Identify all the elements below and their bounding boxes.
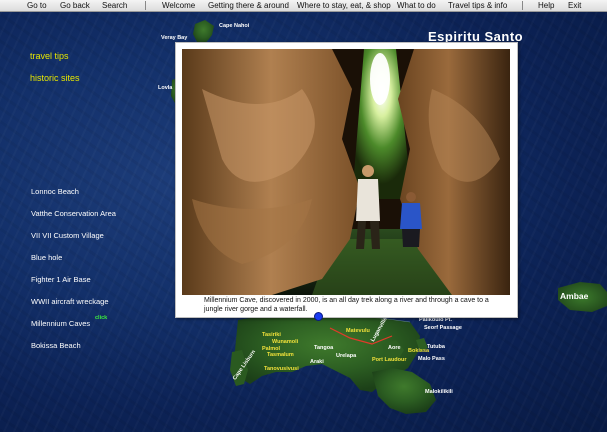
- place-wwii-wreckage[interactable]: WWII aircraft wreckage: [31, 297, 109, 306]
- photo-popup[interactable]: Millennium Cave, discovered in 2000, is …: [175, 42, 518, 318]
- place-vii-vii-village[interactable]: VII VII Custom Village: [31, 231, 104, 240]
- menu-help[interactable]: Help: [538, 1, 554, 11]
- menu-separator: [145, 1, 146, 10]
- menu-where-to-stay[interactable]: Where to stay, eat, & shop: [297, 1, 391, 11]
- label-matevulu: Matevulu: [346, 328, 370, 334]
- link-historic-sites[interactable]: historic sites: [30, 73, 80, 83]
- cave-illustration: [182, 49, 510, 295]
- label-ambae: Ambae: [560, 291, 589, 301]
- label-bokissa: Bokissa: [408, 348, 430, 354]
- click-hint: click: [95, 315, 108, 321]
- label-araki: Araki: [310, 359, 324, 365]
- location-marker-icon[interactable]: [314, 312, 323, 321]
- menu-search[interactable]: Search: [102, 1, 127, 11]
- label-aore: Aore: [388, 345, 401, 351]
- menu-go-back[interactable]: Go back: [60, 1, 90, 11]
- menu-travel-tips-info[interactable]: Travel tips & info: [448, 1, 507, 11]
- label-malo-pass: Malo Pass: [418, 356, 445, 362]
- label-veray-bay: Veray Bay: [161, 35, 188, 41]
- label-port-laudour: Port Laudour: [372, 357, 407, 363]
- label-wunamoli: Wunamoli: [272, 339, 299, 345]
- place-lonnoc-beach[interactable]: Lonnoc Beach: [31, 187, 79, 196]
- label-urelapa: Urelapa: [336, 353, 357, 359]
- link-travel-tips[interactable]: travel tips: [30, 51, 69, 61]
- label-lovla: Lovla: [158, 85, 173, 91]
- place-fighter-1-air-base[interactable]: Fighter 1 Air Base: [31, 275, 91, 284]
- island-north-tip: [193, 20, 214, 44]
- place-vatthe-conservation[interactable]: Vatthe Conservation Area: [31, 209, 116, 218]
- label-malokilikili: Malokilikili: [425, 389, 453, 395]
- menu-go-to[interactable]: Go to: [27, 1, 47, 11]
- menu-getting-there[interactable]: Getting there & around: [208, 1, 289, 11]
- label-tanovusivusi: Tanovusivusi: [264, 366, 299, 372]
- photo-caption: Millennium Cave, discovered in 2000, is …: [204, 297, 489, 313]
- label-tasiriki: Tasiriki: [262, 332, 281, 338]
- label-tasmalum: Tasmalum: [267, 352, 294, 358]
- place-blue-hole[interactable]: Blue hole: [31, 253, 62, 262]
- menu-welcome[interactable]: Welcome: [162, 1, 195, 11]
- menu-bar: Go to Go back Search Welcome Getting the…: [0, 0, 607, 12]
- label-cape-nahoi: Cape Nahoi: [219, 23, 250, 29]
- cave-photo: [182, 49, 510, 295]
- label-seorf-passage: Seorf Passage: [424, 325, 462, 331]
- label-tutuba: Tutuba: [427, 344, 445, 350]
- menu-separator: [522, 1, 523, 10]
- place-millennium-caves[interactable]: Millennium Caves: [31, 319, 90, 328]
- menu-what-to-do[interactable]: What to do: [397, 1, 436, 11]
- label-tangoa: Tangoa: [314, 345, 334, 351]
- menu-exit[interactable]: Exit: [568, 1, 581, 11]
- place-bokissa-beach[interactable]: Bokissa Beach: [31, 341, 81, 350]
